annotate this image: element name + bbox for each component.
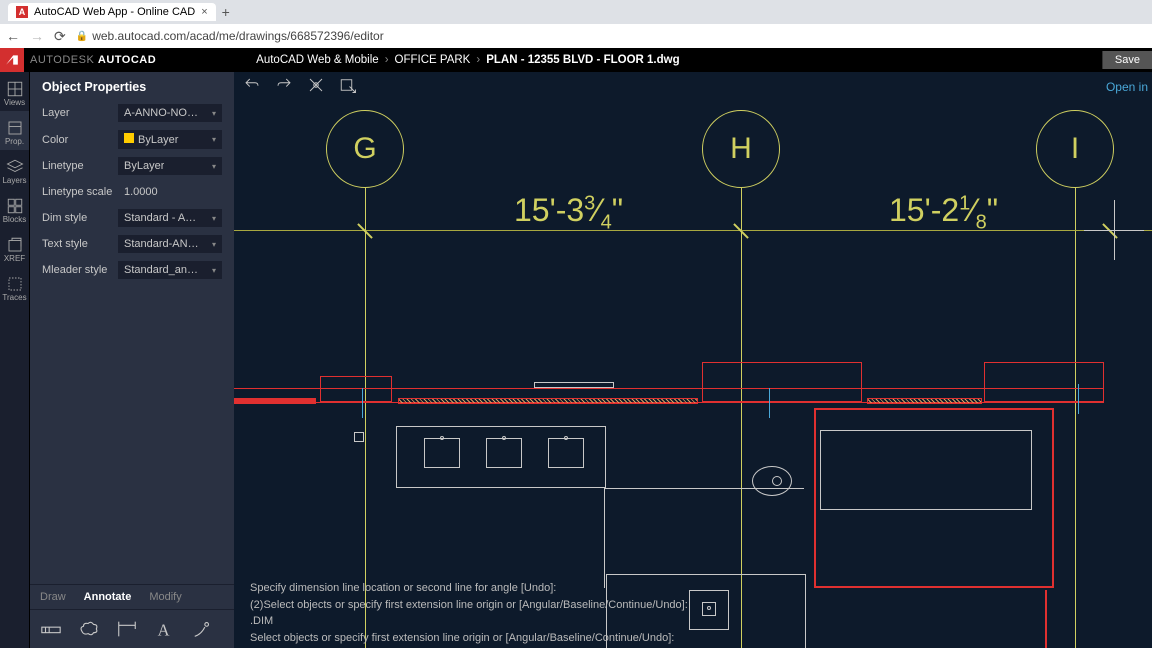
breadcrumb: AutoCAD Web & Mobile › OFFICE PARK › PLA… (256, 54, 679, 66)
app-brand: AUTODESK AUTOCAD (24, 54, 156, 66)
grid-bubble-i: I (1036, 110, 1114, 188)
crumb-file: PLAN - 12355 BLVD - FLOOR 1.dwg (486, 54, 679, 66)
properties-panel: Object Properties Layer A-ANNO-NOTE FUR.… (30, 72, 234, 648)
dimension-icon[interactable] (116, 618, 138, 640)
forward-icon[interactable]: → (30, 28, 44, 44)
rail-blocks[interactable]: Blocks (0, 189, 29, 228)
mleader-dropdown[interactable]: Standard_annotati...▾ (118, 261, 222, 279)
redo-icon[interactable] (274, 76, 294, 94)
tab-annotate[interactable]: Annotate (84, 591, 132, 603)
tab-title: AutoCAD Web App - Online CAD (34, 6, 195, 18)
browser-chrome: A AutoCAD Web App - Online CAD × + ← → ⟳… (0, 0, 1152, 48)
save-button[interactable]: Save (1102, 51, 1152, 69)
app-header: AUTODESK AUTOCAD AutoCAD Web & Mobile › … (0, 48, 1152, 72)
revcloud-icon[interactable] (78, 618, 100, 640)
rail-xref[interactable]: XREF (0, 228, 29, 267)
text-icon[interactable]: A (154, 618, 176, 640)
window-select-icon[interactable] (338, 76, 358, 94)
browser-tab[interactable]: A AutoCAD Web App - Online CAD × (8, 3, 216, 21)
leader-icon[interactable] (192, 618, 214, 640)
dim-text-1: 15'-33⁄4" (514, 192, 623, 234)
back-icon[interactable]: ← (6, 28, 20, 44)
address-bar: ← → ⟳ 🔒 web.autocad.com/acad/me/drawings… (0, 24, 1152, 48)
lock-icon: 🔒 (76, 31, 88, 42)
prop-row-textstyle: Text style Standard-ANNOTAT...▾ (30, 231, 234, 257)
textstyle-dropdown[interactable]: Standard-ANNOTAT...▾ (118, 235, 222, 253)
rail-traces[interactable]: Traces (0, 267, 29, 306)
dimstyle-dropdown[interactable]: Standard - ANNOTA...▾ (118, 209, 222, 227)
crumb-folder[interactable]: OFFICE PARK (395, 54, 471, 66)
svg-text:A: A (158, 620, 170, 639)
linetype-dropdown[interactable]: ByLayer▾ (118, 157, 222, 175)
url-field[interactable]: 🔒 web.autocad.com/acad/me/drawings/66857… (76, 29, 1146, 43)
chevron-down-icon: ▾ (212, 135, 216, 144)
dim-line (234, 230, 1152, 231)
new-tab-icon[interactable]: + (222, 4, 230, 20)
annotate-tools: A (30, 610, 234, 648)
rail-layers[interactable]: Layers (0, 150, 29, 189)
rail-properties[interactable]: Prop. (0, 111, 29, 150)
prop-row-color: Color ByLayer▾ (30, 126, 234, 153)
tool-rail: Views Prop. Layers Blocks XREF Traces (0, 72, 30, 648)
tab-favicon: A (16, 6, 28, 18)
dim-tick (1102, 223, 1118, 239)
tab-modify[interactable]: Modify (149, 591, 181, 603)
open-in-link[interactable]: Open in (1106, 80, 1148, 94)
command-log: Specify dimension line location or secon… (242, 576, 1152, 648)
drawing-canvas[interactable]: Open in G H I 15'-33⁄4" 15'-21⁄8" (234, 72, 1152, 648)
panel-title: Object Properties (30, 72, 234, 100)
chevron-down-icon: ▾ (212, 214, 216, 223)
tab-bar: A AutoCAD Web App - Online CAD × + (0, 0, 1152, 24)
canvas-toolbar (242, 76, 358, 94)
prop-row-linetype: Linetype ByLayer▾ (30, 153, 234, 179)
reload-icon[interactable]: ⟳ (54, 28, 66, 45)
cmd-line: Specify dimension line location or secon… (250, 580, 1144, 597)
hatch (398, 398, 698, 404)
autodesk-logo[interactable] (0, 48, 24, 72)
select-icon[interactable] (306, 76, 326, 94)
undo-icon[interactable] (242, 76, 262, 94)
crumb-root[interactable]: AutoCAD Web & Mobile (256, 54, 379, 66)
chevron-down-icon: ▾ (212, 266, 216, 275)
chevron-down-icon: ▾ (212, 109, 216, 118)
layer-dropdown[interactable]: A-ANNO-NOTE FUR...▾ (118, 104, 222, 122)
prop-row-layer: Layer A-ANNO-NOTE FUR...▾ (30, 100, 234, 126)
prop-row-mleader: Mleader style Standard_annotati...▾ (30, 257, 234, 283)
chevron-right-icon: › (385, 54, 389, 66)
prop-row-ltscale: Linetype scale 1.0000 (30, 179, 234, 205)
url-text: web.autocad.com/acad/me/drawings/6685723… (92, 29, 384, 43)
chevron-down-icon: ▾ (212, 162, 216, 171)
panel-tabs: Draw Annotate Modify (30, 584, 234, 610)
ltscale-input[interactable]: 1.0000 (118, 183, 222, 201)
cmd-line: .DIM (250, 613, 1144, 630)
rail-views[interactable]: Views (0, 72, 29, 111)
tab-draw[interactable]: Draw (40, 591, 66, 603)
grid-bubble-h: H (702, 110, 780, 188)
tab-close-icon[interactable]: × (201, 6, 207, 18)
dim-text-2: 15'-21⁄8" (889, 192, 998, 234)
cmd-line: (2)Select objects or specify first exten… (250, 597, 1144, 614)
prop-row-dimstyle: Dim style Standard - ANNOTA...▾ (30, 205, 234, 231)
color-swatch (124, 133, 134, 143)
chevron-right-icon: › (476, 54, 480, 66)
cmd-line: Select objects or specify first extensio… (250, 630, 1144, 647)
tape-icon[interactable] (40, 618, 62, 640)
grid-bubble-g: G (326, 110, 404, 188)
cad-viewport[interactable]: G H I 15'-33⁄4" 15'-21⁄8" (234, 72, 1152, 648)
color-dropdown[interactable]: ByLayer▾ (118, 130, 222, 149)
chevron-down-icon: ▾ (212, 240, 216, 249)
